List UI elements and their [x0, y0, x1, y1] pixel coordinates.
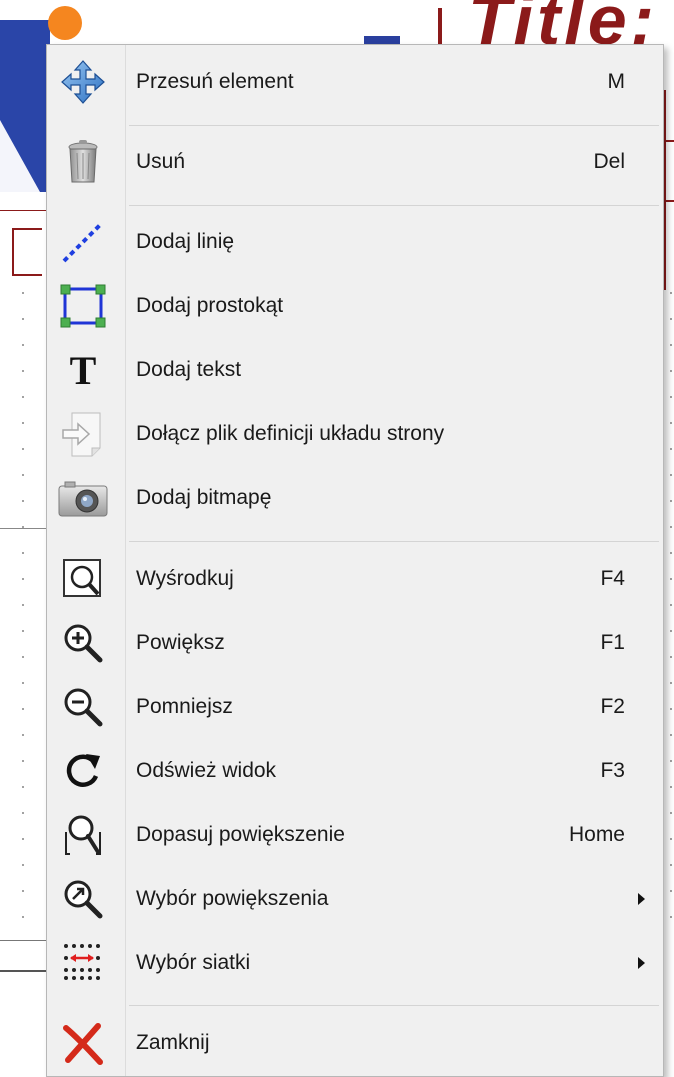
menu-item-zoom-out[interactable]: Pomniejsz F2 — [47, 676, 663, 738]
menu-item-label: Powiększ — [136, 631, 225, 654]
menu-item-shortcut: Del — [593, 150, 625, 173]
menu-item-label: Usuń — [136, 150, 186, 173]
menu-item-append-layout-file[interactable]: Dołącz plik definicji układu strony — [47, 403, 663, 465]
text-t-icon: T — [69, 347, 97, 393]
menu-item-label: Przesuń element — [136, 70, 294, 93]
menu-item-shortcut: F1 — [600, 631, 625, 654]
menu-item-add-bitmap[interactable]: Dodaj bitmapę — [47, 467, 663, 529]
menu-item-shortcut: F3 — [600, 759, 625, 782]
grid-icon — [53, 937, 113, 989]
refresh-icon — [53, 745, 113, 797]
menu-item-label: Dodaj bitmapę — [136, 486, 272, 509]
frame-line — [0, 210, 46, 211]
move-arrows-icon — [53, 56, 113, 108]
zoom-select-icon — [53, 873, 113, 925]
close-x-icon — [53, 1017, 113, 1069]
menu-item-zoom-fit[interactable]: Dopasuj powiększenie Home — [47, 804, 663, 866]
menu-item-shortcut: M — [607, 70, 626, 93]
submenu-arrow-icon — [638, 893, 645, 905]
menu-item-shortcut: F4 — [600, 567, 625, 590]
page-boundary-line — [0, 970, 46, 972]
menu-item-label: Dodaj linię — [136, 230, 235, 253]
menu-item-refresh[interactable]: Odśwież widok F3 — [47, 740, 663, 802]
menu-item-label: Dołącz plik definicji układu strony — [136, 422, 445, 445]
right-frame-line — [664, 90, 666, 290]
zoom-in-icon — [53, 617, 113, 669]
page-boundary-line — [0, 528, 46, 529]
menu-item-label: Zamknij — [136, 1031, 210, 1054]
menu-item-shortcut: Home — [568, 823, 625, 846]
menu-separator — [129, 205, 659, 206]
submenu-arrow-icon — [638, 957, 645, 969]
menu-item-zoom-select[interactable]: Wybór powiększenia — [47, 868, 663, 930]
context-menu: Przesuń element M Usuń Del Dodaj linię D… — [46, 44, 664, 1077]
menu-item-close[interactable]: Zamknij — [47, 1012, 663, 1074]
rectangle-icon — [53, 280, 113, 332]
camera-icon — [53, 472, 113, 524]
menu-item-label: Dodaj prostokąt — [136, 294, 284, 317]
trash-can-icon — [53, 136, 113, 188]
menu-item-label: Dodaj tekst — [136, 358, 242, 381]
anchor-dot[interactable] — [48, 6, 82, 40]
menu-item-center[interactable]: Wyśrodkuj F4 — [47, 548, 663, 610]
menu-item-shortcut: F2 — [600, 695, 625, 718]
zoom-center-icon — [53, 553, 113, 605]
menu-item-add-line[interactable]: Dodaj linię — [47, 211, 663, 273]
menu-item-label: Wybór powiększenia — [136, 887, 329, 910]
menu-item-label: Dopasuj powiększenie — [136, 823, 345, 846]
menu-item-add-text[interactable]: T Dodaj tekst — [47, 339, 663, 401]
left-frame-bracket — [12, 228, 42, 276]
menu-item-zoom-in[interactable]: Powiększ F1 — [47, 612, 663, 674]
import-file-icon — [53, 408, 113, 460]
menu-item-label: Wyśrodkuj — [136, 567, 234, 590]
menu-separator — [129, 541, 659, 542]
menu-item-label: Wybór siatki — [136, 951, 251, 974]
menu-item-move[interactable]: Przesuń element M — [47, 51, 663, 113]
blue-mark — [364, 36, 400, 44]
menu-item-grid-select[interactable]: Wybór siatki — [47, 932, 663, 994]
page-boundary-line — [0, 940, 46, 941]
menu-separator — [129, 1005, 659, 1006]
zoom-out-icon — [53, 681, 113, 733]
dashed-line-icon — [53, 216, 113, 268]
title-block-divider — [438, 8, 442, 48]
menu-item-label: Pomniejsz — [136, 695, 233, 718]
zoom-fit-icon — [53, 809, 113, 861]
grid-dots — [22, 280, 24, 920]
menu-separator — [129, 125, 659, 126]
right-frame-tick — [664, 140, 674, 142]
menu-item-delete[interactable]: Usuń Del — [47, 131, 663, 193]
grid-dots — [670, 280, 672, 920]
menu-item-label: Odśwież widok — [136, 759, 277, 782]
right-frame-tick — [664, 200, 674, 202]
menu-item-add-rectangle[interactable]: Dodaj prostokąt — [47, 275, 663, 337]
